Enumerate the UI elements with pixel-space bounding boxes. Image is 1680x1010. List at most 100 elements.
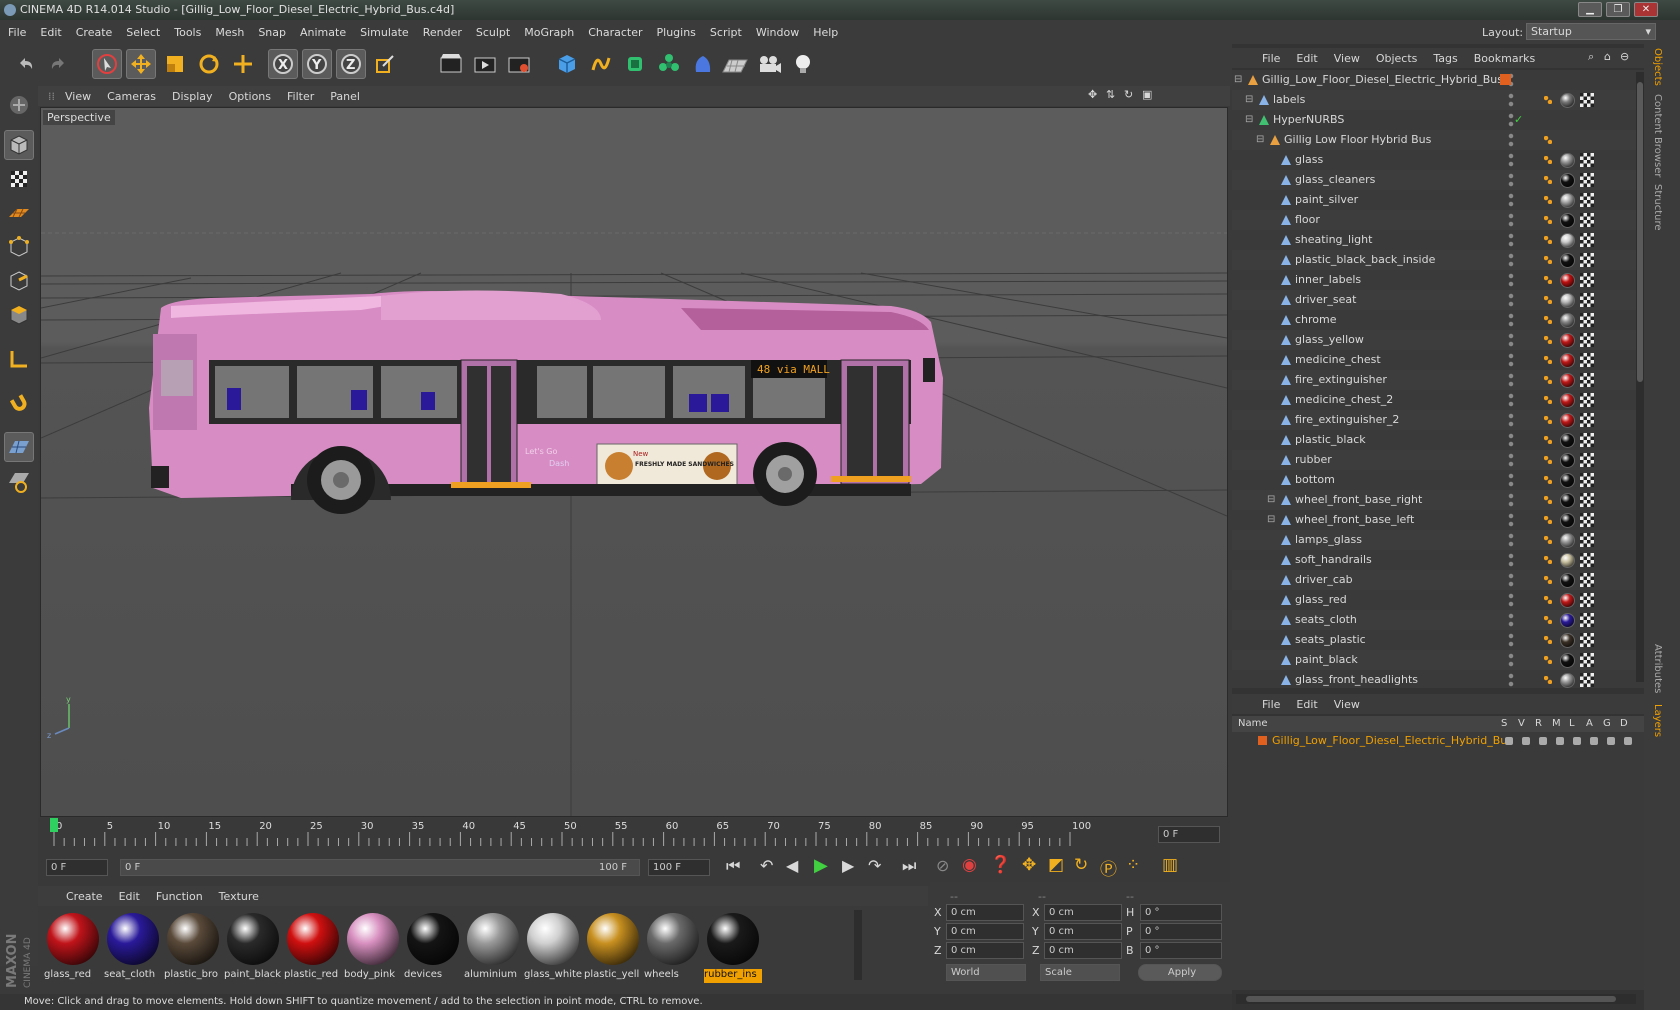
object-row[interactable]: ⊟ wheel_front_base_right bbox=[1232, 490, 1644, 510]
visibility-dots-icon[interactable] bbox=[1507, 173, 1515, 187]
material-tag-icon[interactable] bbox=[1560, 593, 1575, 608]
visibility-dots-icon[interactable] bbox=[1507, 393, 1515, 407]
phong-tag-icon[interactable] bbox=[1544, 196, 1552, 204]
menu-animate[interactable]: Animate bbox=[300, 26, 346, 39]
object-menu-objects[interactable]: Objects bbox=[1376, 52, 1418, 65]
object-row[interactable]: ⊟ HyperNURBS ✓ bbox=[1232, 110, 1644, 130]
texture-tag-icon[interactable] bbox=[1580, 453, 1594, 467]
material-tag-icon[interactable] bbox=[1560, 93, 1575, 108]
layer-column-header[interactable]: Name bbox=[1238, 716, 1268, 732]
object-row[interactable]: floor bbox=[1232, 210, 1644, 230]
mograph-cloner-icon[interactable] bbox=[654, 49, 684, 79]
perspective-viewport[interactable]: Perspective 48 via MALL New FRESHLY MADE… bbox=[40, 107, 1228, 817]
enabled-check-icon[interactable]: ✓ bbox=[1514, 110, 1523, 130]
material-tag-icon[interactable] bbox=[1560, 493, 1575, 508]
expand-toggle-icon[interactable]: ⊟ bbox=[1245, 110, 1253, 130]
phong-tag-icon[interactable] bbox=[1544, 376, 1552, 384]
material-swatch[interactable]: wheels bbox=[642, 910, 702, 984]
menu-mograph[interactable]: MoGraph bbox=[524, 26, 574, 39]
search-icon[interactable]: ⌕ bbox=[1588, 50, 1594, 64]
material-tag-icon[interactable] bbox=[1560, 233, 1575, 248]
expand-toggle-icon[interactable]: ⊟ bbox=[1267, 490, 1275, 510]
visibility-dots-icon[interactable] bbox=[1507, 533, 1515, 547]
material-tag-icon[interactable] bbox=[1560, 313, 1575, 328]
prev-frame-icon[interactable]: ◀ bbox=[786, 856, 798, 875]
visibility-dots-icon[interactable] bbox=[1507, 193, 1515, 207]
camera-icon[interactable] bbox=[754, 49, 784, 79]
menu-create[interactable]: Create bbox=[76, 26, 113, 39]
material-swatch[interactable]: plastic_red bbox=[282, 910, 342, 984]
object-menu-edit[interactable]: Edit bbox=[1296, 52, 1317, 65]
x-axis-lock-icon[interactable]: X bbox=[268, 49, 298, 79]
render-view-icon[interactable] bbox=[436, 49, 466, 79]
snap-magnet-icon[interactable] bbox=[4, 388, 34, 418]
texture-tag-icon[interactable] bbox=[1580, 653, 1594, 667]
visibility-dots-icon[interactable] bbox=[1507, 333, 1515, 347]
visibility-dots-icon[interactable] bbox=[1507, 553, 1515, 567]
visibility-dots-icon[interactable] bbox=[1507, 253, 1515, 267]
visibility-dots-icon[interactable] bbox=[1507, 213, 1515, 227]
viewport-menu-view[interactable]: View bbox=[65, 90, 91, 103]
maximize-icon[interactable]: ❐ bbox=[1606, 2, 1630, 17]
object-menu-tags[interactable]: Tags bbox=[1433, 52, 1457, 65]
layout-dropdown[interactable]: Startup ▾ bbox=[1526, 23, 1656, 40]
object-menu-view[interactable]: View bbox=[1334, 52, 1360, 65]
material-tag-icon[interactable] bbox=[1560, 213, 1575, 228]
object-row[interactable]: soft_handrails bbox=[1232, 550, 1644, 570]
material-tag-icon[interactable] bbox=[1560, 553, 1575, 568]
render-settings-icon[interactable] bbox=[504, 49, 534, 79]
minimize-icon[interactable]: ▁ bbox=[1578, 2, 1602, 17]
redo-icon[interactable] bbox=[44, 49, 74, 79]
visibility-dots-icon[interactable] bbox=[1507, 513, 1515, 527]
object-row[interactable]: seats_plastic bbox=[1232, 630, 1644, 650]
object-row[interactable]: paint_silver bbox=[1232, 190, 1644, 210]
material-tag-icon[interactable] bbox=[1560, 413, 1575, 428]
phong-tag-icon[interactable] bbox=[1544, 396, 1552, 404]
points-mode-icon[interactable] bbox=[4, 232, 34, 262]
texture-tag-icon[interactable] bbox=[1580, 373, 1594, 387]
timeline-window-icon[interactable]: ▥ bbox=[1162, 855, 1178, 875]
visibility-dots-icon[interactable] bbox=[1507, 473, 1515, 487]
visibility-dots-icon[interactable] bbox=[1507, 93, 1515, 107]
phong-tag-icon[interactable] bbox=[1544, 616, 1552, 624]
side-tab-attributes[interactable]: Attributes bbox=[1652, 644, 1663, 693]
material-tag-icon[interactable] bbox=[1560, 353, 1575, 368]
texture-tag-icon[interactable] bbox=[1580, 153, 1594, 167]
scale-tool-icon[interactable] bbox=[160, 49, 190, 79]
texture-tag-icon[interactable] bbox=[1580, 353, 1594, 367]
material-swatch[interactable]: glass_white bbox=[522, 910, 582, 984]
size-field[interactable]: 0 cm bbox=[1044, 923, 1122, 940]
material-tag-icon[interactable] bbox=[1560, 453, 1575, 468]
texture-tag-icon[interactable] bbox=[1580, 673, 1594, 687]
key-parameter-icon[interactable]: Ⓟ bbox=[1100, 855, 1117, 880]
viewport-menu-options[interactable]: Options bbox=[229, 90, 271, 103]
phong-tag-icon[interactable] bbox=[1544, 556, 1552, 564]
visibility-dots-icon[interactable] bbox=[1507, 633, 1515, 647]
model-mode-icon[interactable] bbox=[4, 130, 34, 160]
workplane-grid-icon[interactable] bbox=[4, 432, 34, 462]
phong-tag-icon[interactable] bbox=[1544, 436, 1552, 444]
visibility-dots-icon[interactable] bbox=[1507, 613, 1515, 627]
visibility-dots-icon[interactable] bbox=[1507, 313, 1515, 327]
phong-tag-icon[interactable] bbox=[1544, 356, 1552, 364]
size-field[interactable]: 0 cm bbox=[1044, 904, 1122, 921]
object-row[interactable]: ⊟ wheel_front_base_left bbox=[1232, 510, 1644, 530]
rotate-tool-icon[interactable] bbox=[194, 49, 224, 79]
expand-toggle-icon[interactable]: ⊟ bbox=[1256, 130, 1264, 150]
layer-column-header[interactable]: G bbox=[1603, 716, 1611, 732]
phong-tag-icon[interactable] bbox=[1544, 256, 1552, 264]
texture-tag-icon[interactable] bbox=[1580, 633, 1594, 647]
pan-view-icon[interactable]: ✥ bbox=[1088, 88, 1097, 101]
phong-tag-icon[interactable] bbox=[1544, 296, 1552, 304]
menu-simulate[interactable]: Simulate bbox=[360, 26, 409, 39]
object-row[interactable]: sheating_light bbox=[1232, 230, 1644, 250]
phong-tag-icon[interactable] bbox=[1544, 336, 1552, 344]
texture-tag-icon[interactable] bbox=[1580, 573, 1594, 587]
visibility-dots-icon[interactable] bbox=[1507, 373, 1515, 387]
object-row[interactable]: plastic_black_back_inside bbox=[1232, 250, 1644, 270]
material-swatch[interactable]: glass_red bbox=[42, 910, 102, 984]
object-row[interactable]: glass_front_headlights bbox=[1232, 670, 1644, 688]
layer-column-header[interactable]: A bbox=[1586, 716, 1593, 732]
menu-sculpt[interactable]: Sculpt bbox=[476, 26, 510, 39]
layer-flag-icon[interactable] bbox=[1522, 737, 1530, 745]
